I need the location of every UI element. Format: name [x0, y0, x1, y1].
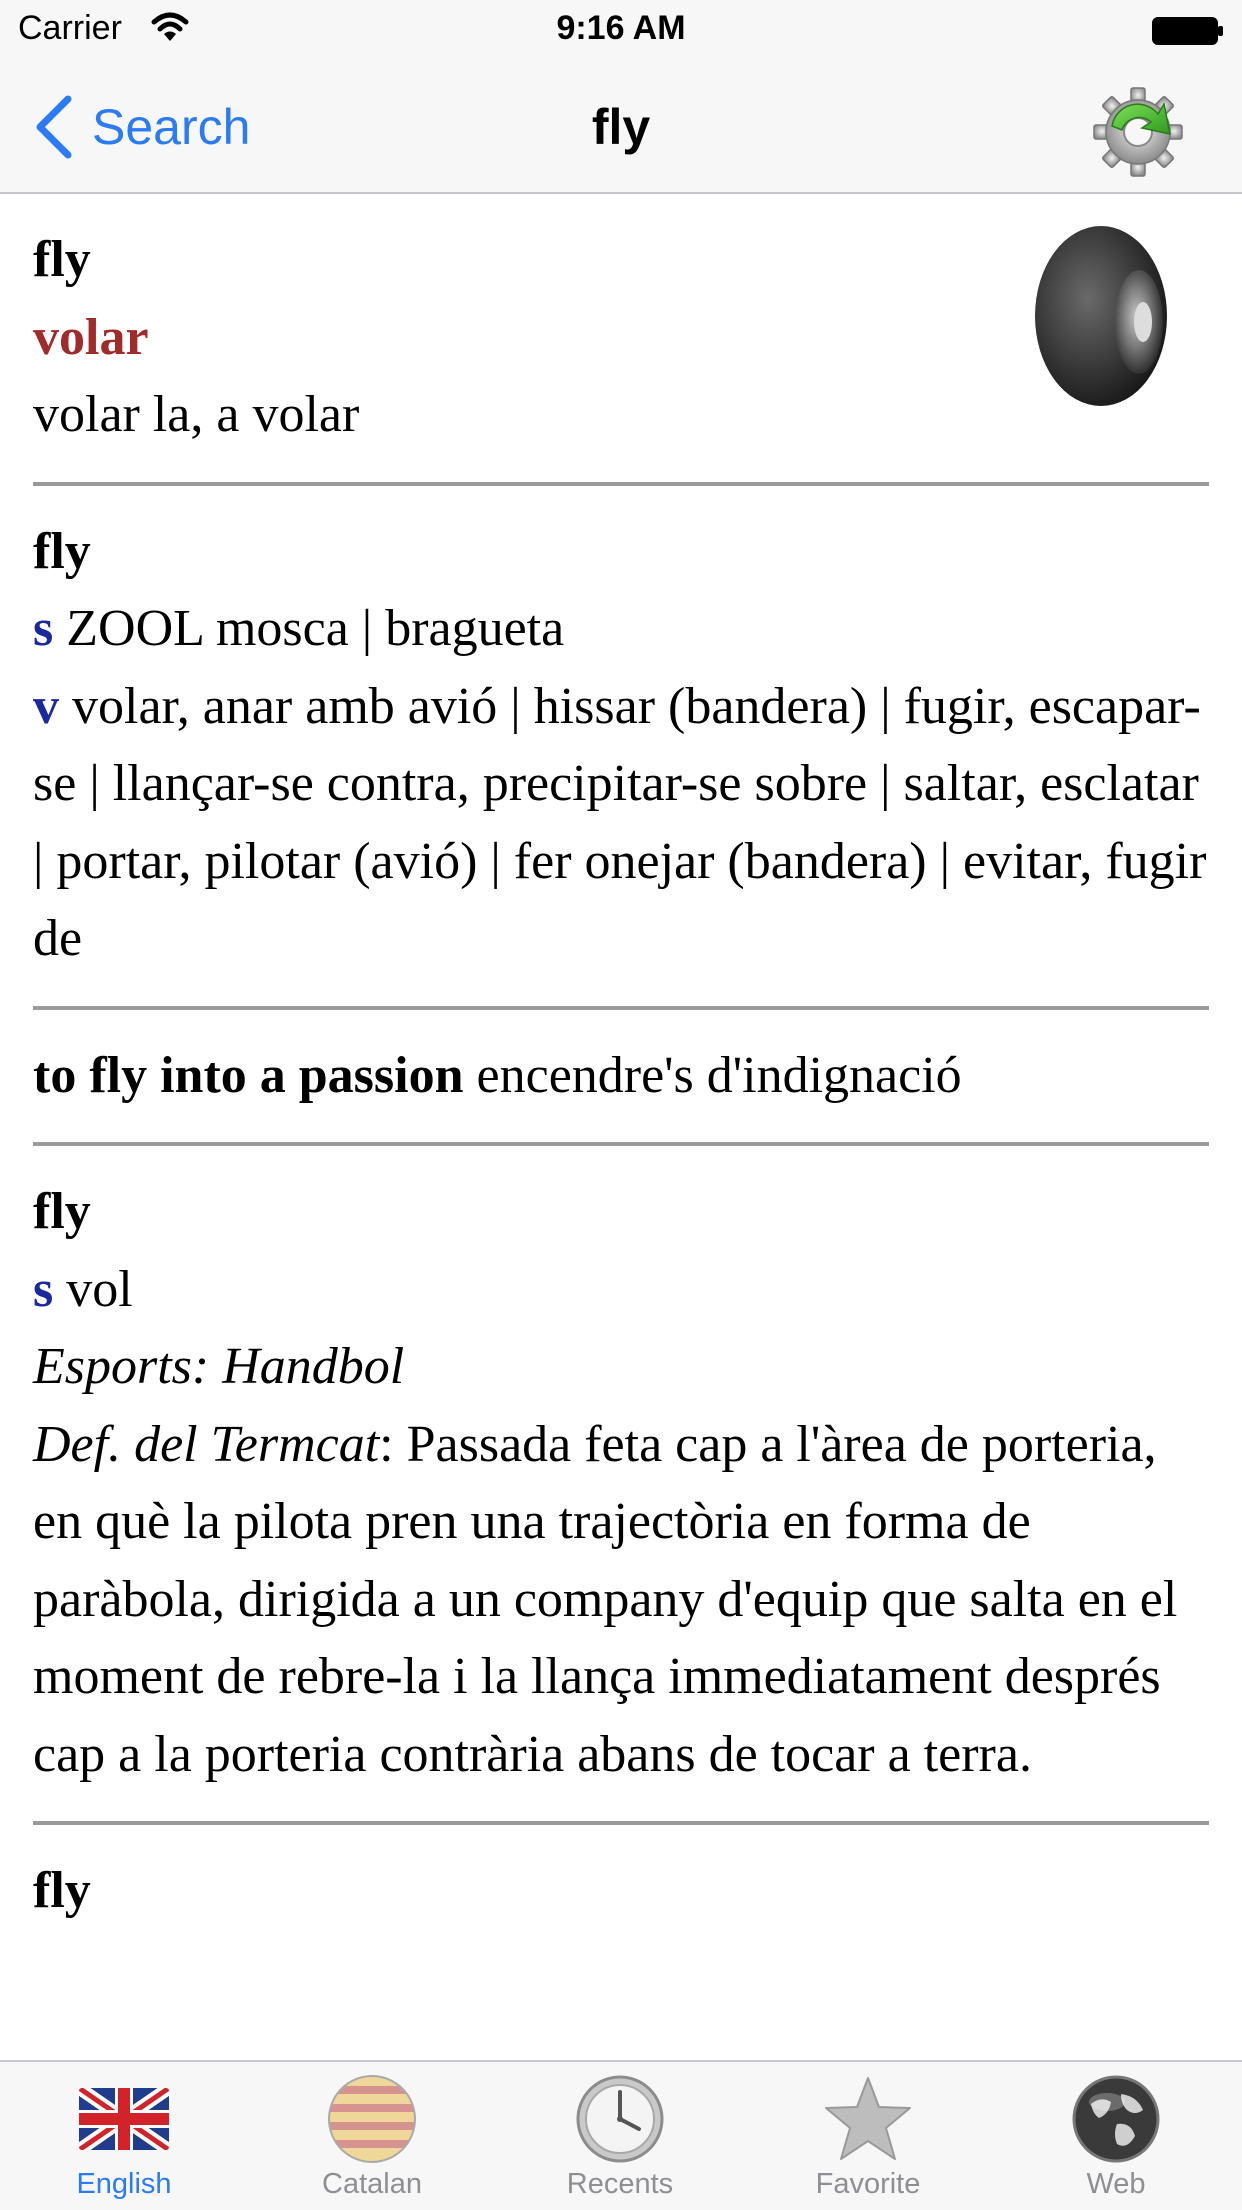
refresh-gear-icon[interactable]: [1088, 80, 1188, 180]
page-title: fly: [591, 99, 651, 155]
tab-label: Recents: [566, 2168, 674, 2200]
battery-icon: [1152, 17, 1223, 45]
sense-row: v volar, anar amb avió | hissar (bandera…: [33, 668, 1209, 978]
tab-label: English: [76, 2168, 172, 2200]
tab-label: Web: [1086, 2168, 1146, 2200]
tab-bar: English Catalan Recents Favorite Web: [0, 2060, 1242, 2210]
definition: Def. del Termcat: Passada feta cap a l'à…: [33, 1406, 1209, 1794]
sense-row: s ZOOL mosca | bragueta: [33, 590, 1209, 668]
sense-text: volar, anar amb avió | hissar (bandera) …: [33, 677, 1207, 968]
part-of-speech: s: [33, 1260, 54, 1318]
subject-domain: Esports: Handbol: [33, 1338, 405, 1395]
tab-catalan[interactable]: Catalan: [248, 2062, 496, 2210]
entry-headword: fly: [33, 1862, 91, 1919]
navigation-bar: Search fly: [0, 62, 1242, 194]
dictionary-content[interactable]: fly volar volar la, a volar fly s ZOOL m…: [0, 194, 1242, 2060]
tab-favorite[interactable]: Favorite: [744, 2062, 992, 2210]
part-of-speech: s: [33, 600, 54, 657]
entry-headword: fly: [33, 522, 91, 580]
entry-3: to fly into a passion encendre's d'indig…: [33, 1010, 1209, 1146]
speaker-icon[interactable]: [1031, 222, 1181, 412]
clock-icon: [576, 2075, 664, 2163]
uk-flag-icon: [79, 2088, 169, 2150]
tab-label: Favorite: [815, 2168, 921, 2200]
entry-headword: fly: [33, 1183, 91, 1240]
tab-label: Catalan: [322, 2168, 422, 2200]
entry-5: fly: [33, 1825, 1209, 1958]
entry-4: fly s vol Esports: Handbol Def. del Term…: [33, 1146, 1209, 1825]
sense-text: ZOOL mosca | bragueta: [53, 600, 565, 657]
tab-web[interactable]: Web: [992, 2062, 1240, 2210]
tab-recents[interactable]: Recents: [496, 2062, 744, 2210]
sense-row: s vol: [33, 1251, 1209, 1329]
clock-label: 9:16 AM: [556, 9, 686, 47]
globe-icon: [1072, 2075, 1160, 2163]
entry-2: fly s ZOOL mosca | bragueta v volar, ana…: [33, 486, 1209, 1010]
status-bar: Carrier 9:16 AM: [0, 0, 1242, 62]
tab-english[interactable]: English: [0, 2062, 248, 2210]
part-of-speech: v: [33, 677, 59, 735]
catalan-flag-icon: [328, 2075, 416, 2163]
phrase-meaning: encendre's d'indignació: [463, 1046, 962, 1104]
phrase: to fly into a passion: [33, 1046, 464, 1104]
entry-1: fly volar volar la, a volar: [33, 194, 1209, 486]
definition-source: Def. del Termcat: [33, 1415, 380, 1473]
sense-text: vol: [53, 1260, 133, 1318]
star-icon: [825, 2077, 911, 2160]
